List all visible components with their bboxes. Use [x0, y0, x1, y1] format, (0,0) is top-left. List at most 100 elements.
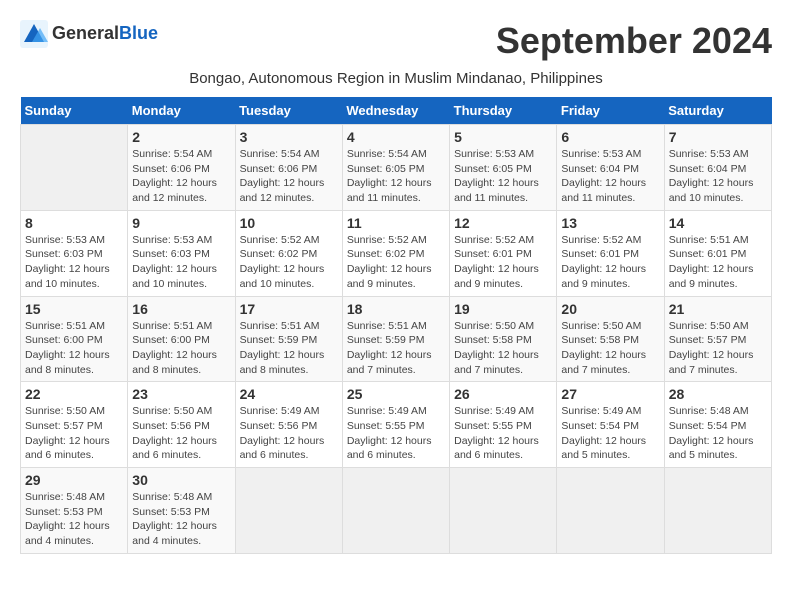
day-number: 5 — [454, 129, 552, 145]
day-number: 21 — [669, 301, 767, 317]
day-detail: Sunrise: 5:50 AMSunset: 5:56 PMDaylight:… — [132, 404, 230, 463]
table-cell — [235, 468, 342, 554]
day-number: 2 — [132, 129, 230, 145]
calendar-header-row: Sunday Monday Tuesday Wednesday Thursday… — [21, 97, 772, 125]
table-cell: 27 Sunrise: 5:49 AMSunset: 5:54 PMDayligh… — [557, 382, 664, 468]
day-number: 17 — [240, 301, 338, 317]
table-cell: 9 Sunrise: 5:53 AMSunset: 6:03 PMDaylight… — [128, 210, 235, 296]
col-saturday: Saturday — [664, 97, 771, 125]
logo-line2: Blue — [119, 23, 158, 43]
col-thursday: Thursday — [450, 97, 557, 125]
col-monday: Monday — [128, 97, 235, 125]
day-detail: Sunrise: 5:53 AMSunset: 6:03 PMDaylight:… — [132, 233, 230, 292]
table-cell: 13 Sunrise: 5:52 AMSunset: 6:01 PMDayligh… — [557, 210, 664, 296]
day-number: 22 — [25, 386, 123, 402]
day-detail: Sunrise: 5:54 AMSunset: 6:06 PMDaylight:… — [132, 147, 230, 206]
table-cell: 18 Sunrise: 5:51 AMSunset: 5:59 PMDayligh… — [342, 296, 449, 382]
day-number: 12 — [454, 215, 552, 231]
day-detail: Sunrise: 5:48 AMSunset: 5:53 PMDaylight:… — [132, 490, 230, 549]
table-cell: 5 Sunrise: 5:53 AMSunset: 6:05 PMDaylight… — [450, 125, 557, 211]
col-wednesday: Wednesday — [342, 97, 449, 125]
table-cell: 4 Sunrise: 5:54 AMSunset: 6:05 PMDaylight… — [342, 125, 449, 211]
day-detail: Sunrise: 5:50 AMSunset: 5:58 PMDaylight:… — [561, 319, 659, 378]
table-cell — [342, 468, 449, 554]
day-detail: Sunrise: 5:51 AMSunset: 6:00 PMDaylight:… — [25, 319, 123, 378]
day-detail: Sunrise: 5:53 AMSunset: 6:04 PMDaylight:… — [669, 147, 767, 206]
day-number: 10 — [240, 215, 338, 231]
day-number: 25 — [347, 386, 445, 402]
day-detail: Sunrise: 5:53 AMSunset: 6:04 PMDaylight:… — [561, 147, 659, 206]
table-cell: 25Sunrise: 5:49 AMSunset: 5:55 PMDayligh… — [342, 382, 449, 468]
day-number: 18 — [347, 301, 445, 317]
day-number: 4 — [347, 129, 445, 145]
table-cell — [557, 468, 664, 554]
day-number: 7 — [669, 129, 767, 145]
day-detail: Sunrise: 5:50 AMSunset: 5:57 PMDaylight:… — [25, 404, 123, 463]
table-cell: 12 Sunrise: 5:52 AMSunset: 6:01 PMDayligh… — [450, 210, 557, 296]
table-cell: 24 Sunrise: 5:49 AMSunset: 5:56 PMDayligh… — [235, 382, 342, 468]
day-detail: Sunrise: 5:51 AMSunset: 5:59 PMDaylight:… — [347, 319, 445, 378]
table-row: 8 Sunrise: 5:53 AMSunset: 6:03 PMDaylight… — [21, 210, 772, 296]
day-number: 11 — [347, 215, 445, 231]
table-cell: 2 Sunrise: 5:54 AMSunset: 6:06 PMDaylight… — [128, 125, 235, 211]
table-cell: 23 Sunrise: 5:50 AMSunset: 5:56 PMDayligh… — [128, 382, 235, 468]
table-cell: 29Sunrise: 5:48 AMSunset: 5:53 PMDayligh… — [21, 468, 128, 554]
day-detail: Sunrise: 5:52 AMSunset: 6:02 PMDaylight:… — [347, 233, 445, 292]
col-friday: Friday — [557, 97, 664, 125]
table-cell — [450, 468, 557, 554]
table-cell: 26Sunrise: 5:49 AMSunset: 5:55 PMDayligh… — [450, 382, 557, 468]
location-title: Bongao, Autonomous Region in Muslim Mind… — [20, 70, 772, 87]
day-number: 13 — [561, 215, 659, 231]
day-number: 6 — [561, 129, 659, 145]
table-cell: 14Sunrise: 5:51 AMSunset: 6:01 PMDayligh… — [664, 210, 771, 296]
day-detail: Sunrise: 5:53 AMSunset: 6:03 PMDaylight:… — [25, 233, 123, 292]
day-detail: Sunrise: 5:51 AMSunset: 6:01 PMDaylight:… — [669, 233, 767, 292]
col-tuesday: Tuesday — [235, 97, 342, 125]
table-cell: 3Sunrise: 5:54 AMSunset: 6:06 PMDaylight… — [235, 125, 342, 211]
day-detail: Sunrise: 5:53 AMSunset: 6:05 PMDaylight:… — [454, 147, 552, 206]
day-number: 29 — [25, 472, 123, 488]
day-detail: Sunrise: 5:51 AMSunset: 5:59 PMDaylight:… — [240, 319, 338, 378]
table-cell: 22 Sunrise: 5:50 AMSunset: 5:57 PMDayligh… — [21, 382, 128, 468]
day-detail: Sunrise: 5:52 AMSunset: 6:01 PMDaylight:… — [454, 233, 552, 292]
table-cell: 6 Sunrise: 5:53 AMSunset: 6:04 PMDaylight… — [557, 125, 664, 211]
day-number: 8 — [25, 215, 123, 231]
day-detail: Sunrise: 5:49 AMSunset: 5:55 PMDaylight:… — [454, 404, 552, 463]
table-row: 22 Sunrise: 5:50 AMSunset: 5:57 PMDayligh… — [21, 382, 772, 468]
table-row: 2 Sunrise: 5:54 AMSunset: 6:06 PMDaylight… — [21, 125, 772, 211]
table-cell: 17 Sunrise: 5:51 AMSunset: 5:59 PMDayligh… — [235, 296, 342, 382]
day-detail: Sunrise: 5:50 AMSunset: 5:58 PMDaylight:… — [454, 319, 552, 378]
table-cell: 30Sunrise: 5:48 AMSunset: 5:53 PMDayligh… — [128, 468, 235, 554]
table-cell: 21 Sunrise: 5:50 AMSunset: 5:57 PMDayligh… — [664, 296, 771, 382]
table-cell: 11 Sunrise: 5:52 AMSunset: 6:02 PMDayligh… — [342, 210, 449, 296]
table-row: 29 Sunrise: 5:48 AMSunset: 5:53 PMDayligh… — [21, 468, 772, 554]
day-number: 19 — [454, 301, 552, 317]
day-number: 15 — [25, 301, 123, 317]
day-detail: Sunrise: 5:54 AMSunset: 6:05 PMDaylight:… — [347, 147, 445, 206]
day-number: 27 — [561, 386, 659, 402]
month-year-title: September 2024 — [496, 20, 772, 62]
day-number: 20 — [561, 301, 659, 317]
table-cell: 16 Sunrise: 5:51 AMSunset: 6:00 PMDayligh… — [128, 296, 235, 382]
logo: GeneralBlue — [20, 20, 158, 48]
day-detail: Sunrise: 5:52 AMSunset: 6:01 PMDaylight:… — [561, 233, 659, 292]
day-detail: Sunrise: 5:49 AMSunset: 5:56 PMDaylight:… — [240, 404, 338, 463]
day-number: 9 — [132, 215, 230, 231]
day-detail: Sunrise: 5:51 AMSunset: 6:00 PMDaylight:… — [132, 319, 230, 378]
day-number: 24 — [240, 386, 338, 402]
calendar-table: Sunday Monday Tuesday Wednesday Thursday… — [20, 97, 772, 554]
table-cell: 7 Sunrise: 5:53 AMSunset: 6:04 PMDaylight… — [664, 125, 771, 211]
day-detail: Sunrise: 5:50 AMSunset: 5:57 PMDaylight:… — [669, 319, 767, 378]
day-detail: Sunrise: 5:49 AMSunset: 5:54 PMDaylight:… — [561, 404, 659, 463]
day-detail: Sunrise: 5:48 AMSunset: 5:54 PMDaylight:… — [669, 404, 767, 463]
day-detail: Sunrise: 5:52 AMSunset: 6:02 PMDaylight:… — [240, 233, 338, 292]
day-number: 16 — [132, 301, 230, 317]
table-cell: 15 Sunrise: 5:51 AMSunset: 6:00 PMDayligh… — [21, 296, 128, 382]
table-cell — [21, 125, 128, 211]
day-number: 23 — [132, 386, 230, 402]
table-cell: 20 Sunrise: 5:50 AMSunset: 5:58 PMDayligh… — [557, 296, 664, 382]
table-cell: 19 Sunrise: 5:50 AMSunset: 5:58 PMDayligh… — [450, 296, 557, 382]
logo-icon — [20, 20, 48, 48]
table-cell: 28Sunrise: 5:48 AMSunset: 5:54 PMDayligh… — [664, 382, 771, 468]
table-row: 15 Sunrise: 5:51 AMSunset: 6:00 PMDayligh… — [21, 296, 772, 382]
